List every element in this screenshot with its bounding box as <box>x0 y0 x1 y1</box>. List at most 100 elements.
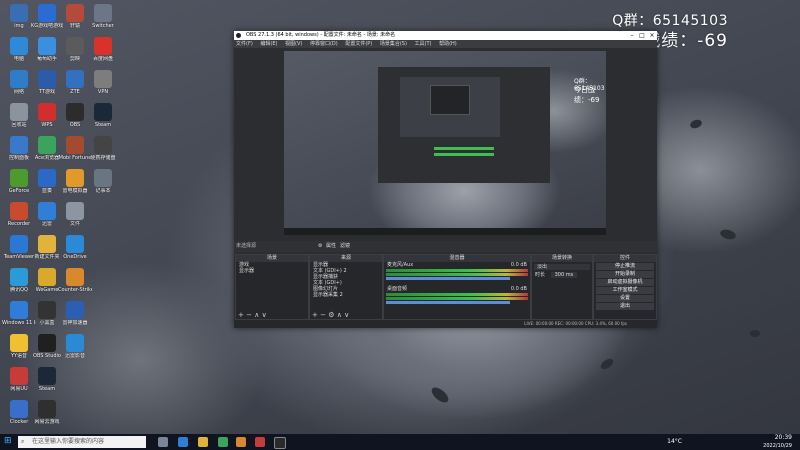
app-icon <box>66 235 84 253</box>
clock[interactable]: 20:39 2022/10/29 <box>752 434 792 450</box>
app-icon <box>94 169 112 187</box>
add-icon[interactable]: + <box>238 311 244 319</box>
down-icon[interactable]: ∨ <box>262 311 267 319</box>
search-icon: ⌕ <box>21 438 25 445</box>
taskview-icon[interactable] <box>158 437 168 447</box>
stop-streaming-button[interactable]: 停止推流 <box>596 263 654 270</box>
gear-icon[interactable]: ⚙ <box>328 311 334 319</box>
filters-button[interactable]: 滤镜 <box>340 241 350 252</box>
settings-button[interactable]: 设置 <box>596 295 654 302</box>
windows-start-icon[interactable]: ⊞ <box>4 436 12 446</box>
remove-icon[interactable]: − <box>246 311 252 319</box>
studio-mode-button[interactable]: 工作室模式 <box>596 287 654 294</box>
app-icon <box>94 37 112 55</box>
desktop-icon[interactable]: 文件 <box>58 202 92 227</box>
gear-icon[interactable]: ⚙ <box>318 241 322 252</box>
controls-title: 控件 <box>594 255 656 262</box>
menu-file[interactable]: 文件(F) <box>236 41 253 47</box>
desktop-icon[interactable]: 网易云游戏 <box>30 400 64 425</box>
menu-profile[interactable]: 配置文件(P) <box>345 41 372 47</box>
track-name: 桌面音频 <box>387 286 408 292</box>
scenes-dock: 场景 游戏 显示器 + − ∧ ∨ <box>235 254 309 320</box>
app-icon <box>94 70 112 88</box>
app-icon <box>38 202 56 220</box>
minimize-icon[interactable]: – <box>627 31 637 40</box>
maximize-icon[interactable]: □ <box>637 31 647 40</box>
volume-slider[interactable] <box>386 301 510 304</box>
app-icon <box>38 235 56 253</box>
desktop-icon[interactable]: 便携存储盘 <box>86 136 120 161</box>
add-icon[interactable]: + <box>312 311 318 319</box>
transitions-title: 场景转换 <box>532 255 592 262</box>
desktop-icon-label: Steam <box>38 386 56 392</box>
app-icon <box>10 202 28 220</box>
transition-select[interactable]: 淡出 <box>534 264 590 270</box>
exit-button[interactable]: 退出 <box>596 303 654 310</box>
edge-icon[interactable] <box>178 437 188 447</box>
menu-view[interactable]: 视图(V) <box>285 41 302 47</box>
menu-docks[interactable]: 停靠窗口(D) <box>310 41 338 47</box>
desktop-icon[interactable]: 百度网盘 <box>86 37 120 62</box>
nested-obs-preview-3 <box>430 85 470 115</box>
nested-obs-preview <box>378 67 550 183</box>
taskbar-search[interactable]: ⌕ 在这里输入你要搜索的内容 <box>18 436 146 448</box>
volume-slider[interactable] <box>386 277 510 280</box>
properties-button[interactable]: 属性 <box>326 241 336 252</box>
duration-input[interactable]: 300 ms <box>550 272 578 278</box>
desktop-icon[interactable]: Steam <box>30 367 64 392</box>
app-icon <box>66 268 84 286</box>
scenes-title: 场景 <box>236 255 308 262</box>
close-icon[interactable]: × <box>647 31 657 40</box>
desktop-icon-label: Counter-Strike Global Off <box>58 287 92 293</box>
menu-help[interactable]: 帮助(H) <box>439 41 457 47</box>
desktop-icon[interactable]: Counter-Strike Global Off <box>58 268 92 293</box>
virtual-camera-button[interactable]: 启动虚拟摄像机 <box>596 279 654 286</box>
track-db: 0.0 dB <box>510 286 527 292</box>
desktop-icon[interactable]: 迅雷影音 <box>58 334 92 359</box>
obs-taskbar-icon[interactable] <box>274 437 286 449</box>
desktop-icon-label: VPN <box>97 89 109 95</box>
clock-date: 2022/10/29 <box>763 443 792 449</box>
source-item[interactable]: 显示器采集 2 <box>310 292 382 298</box>
start-recording-button[interactable]: 开始录制 <box>596 271 654 278</box>
app-icon[interactable] <box>218 437 228 447</box>
up-icon[interactable]: ∧ <box>254 311 259 319</box>
app-icon <box>10 400 28 418</box>
desktop-icon[interactable]: 记事本 <box>86 169 120 194</box>
app-icon <box>10 169 28 187</box>
scene-item[interactable]: 显示器 <box>236 268 308 274</box>
menu-tools[interactable]: 工具(T) <box>415 41 432 47</box>
desktop-icon[interactable]: Steam <box>86 103 120 128</box>
app-icon <box>10 301 28 319</box>
app-icon <box>38 70 56 88</box>
desktop-icon-label: 百度网盘 <box>92 56 113 62</box>
app-icon <box>10 70 28 88</box>
remove-icon[interactable]: − <box>320 311 326 319</box>
up-icon[interactable]: ∧ <box>337 311 342 319</box>
app-icon <box>10 367 28 385</box>
desktop-icon[interactable]: VPN <box>86 70 120 95</box>
menu-scene-collection[interactable]: 场景集合(S) <box>380 41 407 47</box>
duration-row: 时长 300 ms <box>532 272 592 278</box>
app-icon <box>66 103 84 121</box>
app-icon <box>38 334 56 352</box>
desktop-icon[interactable]: 雷神加速器 <box>58 301 92 326</box>
down-icon[interactable]: ∨ <box>344 311 349 319</box>
desktop-icon-label: Switcher <box>92 23 114 29</box>
app-icon <box>66 4 84 22</box>
app-icon[interactable] <box>236 437 246 447</box>
explorer-icon[interactable] <box>198 437 208 447</box>
nested-meter <box>434 147 494 150</box>
desktop-icon[interactable]: OneDrive <box>58 235 92 260</box>
app-icon <box>94 4 112 22</box>
app-icon <box>10 4 28 22</box>
desktop-icon-label: 迅雷影音 <box>64 353 85 359</box>
menu-edit[interactable]: 编辑(E) <box>260 41 277 47</box>
desktop-icon[interactable]: Switcher <box>86 4 120 29</box>
app-icon <box>38 103 56 121</box>
obs-logo-icon <box>236 33 241 38</box>
app-icon[interactable] <box>255 437 265 447</box>
sources-dock: 来源 显示器 文本 (GDI+) 2 显示器捕获 文本 (GDI+) 图像幻灯片… <box>309 254 383 320</box>
mixer-track-name: 桌面音频 0.0 dB <box>384 286 530 292</box>
obs-preview[interactable]: Q群：65145103 今日战绩：-69 <box>284 51 606 235</box>
